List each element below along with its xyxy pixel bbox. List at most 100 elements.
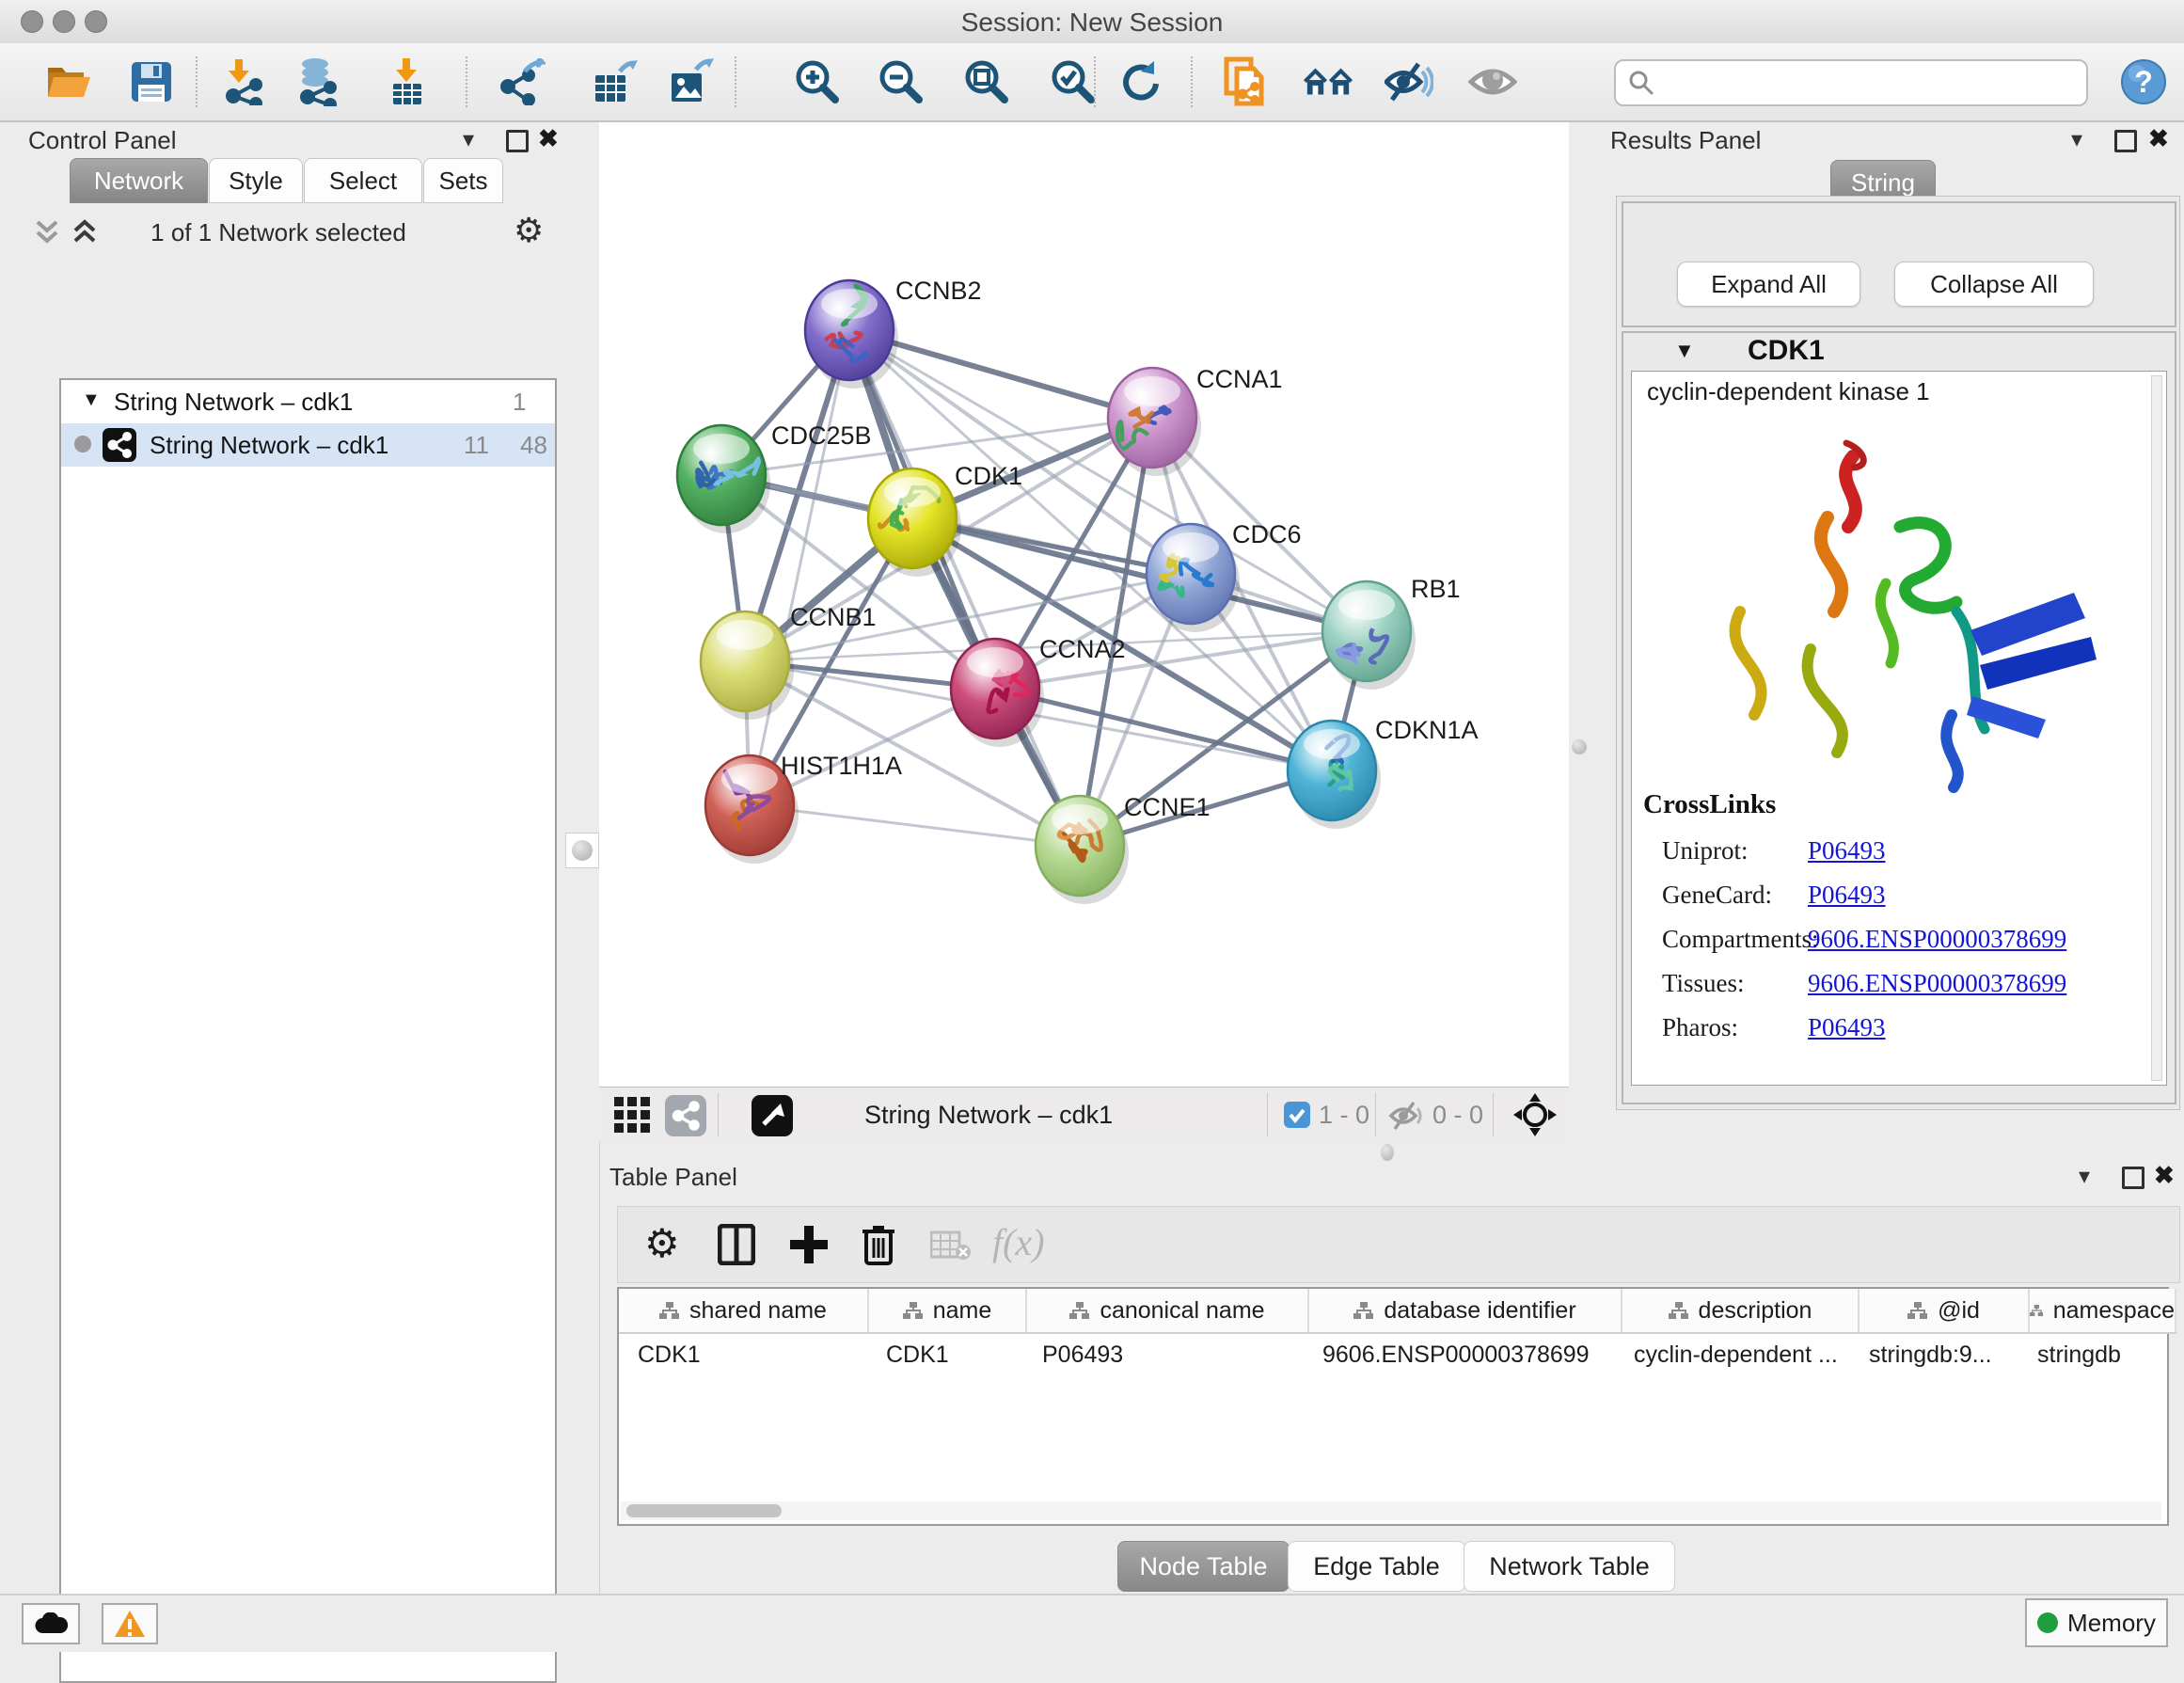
table-cell[interactable]: CDK1 <box>867 1334 1023 1375</box>
network-node-cdc6[interactable]: CDC6 <box>1147 520 1302 632</box>
table-cell[interactable]: CDK1 <box>619 1334 867 1375</box>
open-folder-icon <box>45 61 92 103</box>
import-network-file-button[interactable] <box>219 56 270 107</box>
crosslinks-heading: CrossLinks <box>1643 789 1776 820</box>
network-node-hist1h1a[interactable]: HIST1H1A <box>705 752 902 864</box>
splitter-handle[interactable] <box>565 833 599 868</box>
show-graphics-details-button[interactable] <box>1467 56 1518 107</box>
import-table-button[interactable] <box>381 56 432 107</box>
zoom-fit-button[interactable] <box>960 56 1011 107</box>
compartments-link[interactable]: 9606.ENSP00000378699 <box>1808 925 2066 954</box>
column-header--id[interactable]: @id <box>1860 1289 2030 1332</box>
tab-node-table[interactable]: Node Table <box>1117 1541 1290 1592</box>
expand-all-button[interactable]: Expand All <box>1677 262 1860 307</box>
column-header-namespace[interactable]: namespace <box>2030 1289 2176 1332</box>
genecard-link[interactable]: P06493 <box>1808 881 1886 910</box>
import-network-database-button[interactable] <box>292 56 342 107</box>
cloud-button[interactable] <box>22 1603 80 1644</box>
column-header-shared-name[interactable]: shared name <box>619 1289 869 1332</box>
column-header-canonical-name[interactable]: canonical name <box>1027 1289 1309 1332</box>
network-node-cdk1[interactable]: CDK1 <box>868 462 1022 577</box>
zoom-in-button[interactable] <box>791 56 842 107</box>
cloud-icon <box>34 1612 68 1635</box>
save-session-button[interactable] <box>126 56 177 107</box>
toolbar-separator <box>718 1093 719 1136</box>
table-row[interactable]: CDK1CDK1P064939606.ENSP00000378699cyclin… <box>619 1334 2163 1375</box>
column-header-name[interactable]: name <box>869 1289 1027 1332</box>
apply-layout-button[interactable] <box>1114 56 1164 107</box>
network-edge[interactable] <box>750 330 849 805</box>
maximize-panel-icon[interactable] <box>2122 1167 2144 1189</box>
network-node-cdkn1a[interactable]: CDKN1A <box>1288 716 1479 829</box>
network-collection-row[interactable]: ▼ String Network – cdk1 1 <box>61 382 555 423</box>
hide-graphics-details-button[interactable] <box>1384 56 1434 107</box>
network-canvas[interactable]: CCNB2CCNA1CDC25BCDK1CDC6RB1CCNB1CCNA2CDK… <box>599 122 1569 1087</box>
gear-icon[interactable]: ⚙ <box>514 211 544 250</box>
float-panel-icon[interactable]: ▾ <box>2079 1163 2090 1190</box>
network-from-clipboard-button[interactable] <box>1222 56 1273 107</box>
move-crosshair-icon[interactable] <box>1513 1093 1557 1136</box>
add-column-icon[interactable] <box>789 1224 829 1265</box>
section-collapse-icon[interactable]: ▼ <box>1674 339 1695 363</box>
delete-column-icon[interactable] <box>861 1222 896 1267</box>
float-panel-icon[interactable]: ▾ <box>463 126 474 153</box>
column-header-description[interactable]: description <box>1622 1289 1860 1332</box>
maximize-panel-icon[interactable] <box>2114 130 2137 152</box>
table-scrollbar-track[interactable] <box>621 1501 2161 1520</box>
grid-view-icon[interactable] <box>614 1097 654 1135</box>
network-node-rb1[interactable]: RB1 <box>1322 575 1461 690</box>
tab-network-table[interactable]: Network Table <box>1464 1541 1675 1592</box>
close-panel-icon[interactable]: ✖ <box>2154 1161 2175 1190</box>
table-cell[interactable]: stringdb <box>2018 1334 2163 1375</box>
selected-checkbox-icon[interactable] <box>1284 1102 1310 1128</box>
help-button[interactable]: ? <box>2118 56 2169 107</box>
network-edge[interactable] <box>750 805 1080 846</box>
tissues-link[interactable]: 9606.ENSP00000378699 <box>1808 969 2066 998</box>
network-graph[interactable]: CCNB2CCNA1CDC25BCDK1CDC6RB1CCNB1CCNA2CDK… <box>599 122 1569 1087</box>
share-view-icon[interactable] <box>665 1095 706 1136</box>
network-row-selected[interactable]: String Network – cdk1 11 48 <box>61 423 555 467</box>
tab-sets[interactable]: Sets <box>423 158 503 203</box>
hidden-count: 0 - 0 <box>1432 1101 1483 1130</box>
zoom-out-button[interactable] <box>875 56 926 107</box>
warnings-button[interactable] <box>102 1603 158 1644</box>
column-header-database-identifier[interactable]: database identifier <box>1309 1289 1622 1332</box>
table-cell[interactable]: stringdb:9... <box>1850 1334 2018 1375</box>
maximize-panel-icon[interactable] <box>506 130 529 152</box>
export-table-button[interactable] <box>590 56 641 107</box>
columns-icon[interactable] <box>718 1224 755 1265</box>
export-image-button[interactable] <box>666 56 717 107</box>
uniprot-link[interactable]: P06493 <box>1808 836 1886 865</box>
open-session-button[interactable] <box>43 56 94 107</box>
table-cell[interactable]: P06493 <box>1023 1334 1304 1375</box>
close-panel-icon[interactable]: ✖ <box>538 124 559 153</box>
close-panel-icon[interactable]: ✖ <box>2148 124 2169 153</box>
network-node-ccne1[interactable]: CCNE1 <box>1036 793 1211 904</box>
table-scrollbar-thumb[interactable] <box>626 1504 782 1517</box>
results-scrollbar[interactable] <box>2151 375 2162 1081</box>
table-settings-gear-icon[interactable]: ⚙ <box>644 1220 680 1266</box>
hidden-eye-icon[interactable] <box>1389 1101 1427 1131</box>
float-panel-icon[interactable]: ▾ <box>2071 126 2082 153</box>
tree-expand-icon[interactable]: ▼ <box>82 389 101 411</box>
birdseye-view-icon[interactable] <box>752 1095 793 1136</box>
table-cell[interactable]: cyclin-dependent ... <box>1615 1334 1850 1375</box>
search-input[interactable] <box>1663 68 2086 99</box>
column-attribute-icon <box>1907 1302 1928 1319</box>
tab-edge-table[interactable]: Edge Table <box>1288 1541 1465 1592</box>
memory-button[interactable]: Memory <box>2025 1598 2168 1647</box>
tab-network[interactable]: Network <box>70 158 208 203</box>
table-cell[interactable]: 9606.ENSP00000378699 <box>1304 1334 1615 1375</box>
toolbar-separator <box>735 56 736 107</box>
export-network-icon <box>499 58 546 105</box>
zoom-selected-button[interactable] <box>1047 56 1098 107</box>
pharos-link[interactable]: P06493 <box>1808 1013 1886 1042</box>
tab-style[interactable]: Style <box>209 158 303 203</box>
left-splitter[interactable] <box>557 122 600 1594</box>
import-network-icon <box>222 58 267 105</box>
tab-select[interactable]: Select <box>304 158 422 203</box>
string-home-button[interactable] <box>1303 56 1353 107</box>
collapse-all-button[interactable]: Collapse All <box>1894 262 2094 307</box>
collection-count: 1 <box>513 388 526 417</box>
export-network-button[interactable] <box>497 56 547 107</box>
